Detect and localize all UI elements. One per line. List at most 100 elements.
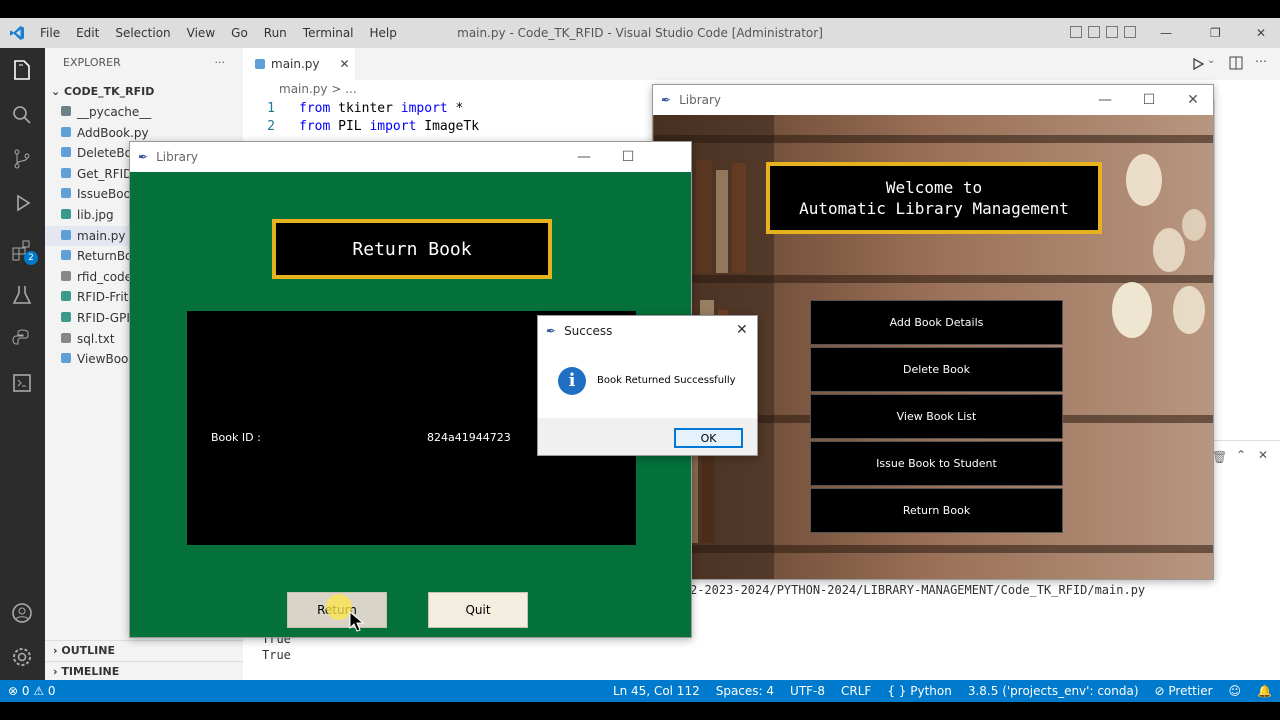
explorer-icon[interactable] [10,58,34,82]
customize-layout-icon[interactable] [1124,26,1136,38]
code-line-2[interactable]: 2 from PIL import ImageTk [255,119,479,134]
window-title: main.py - Code_TK_RFID - Visual Studio C… [457,26,823,40]
issue-book-button[interactable]: Issue Book to Student [810,441,1063,486]
return-window-title: Library [156,150,199,164]
close-icon[interactable]: ✕ [1256,18,1266,48]
trash-icon[interactable]: 🗑 [1212,450,1227,464]
chevron-down-icon: ⌄ [51,85,65,98]
testing-icon[interactable] [10,283,34,307]
dialog-close-icon[interactable]: ✕ [736,322,748,338]
view-book-list-button[interactable]: View Book List [810,394,1063,439]
dialog-message: Book Returned Successfully [597,375,736,386]
library-window-controls: — ☐ ✕ [1083,85,1213,115]
vscode-logo-icon [10,26,24,40]
feedback-icon[interactable]: ☺ [1221,684,1250,698]
maximize-icon[interactable]: ☐ [1127,85,1171,115]
indentation[interactable]: Spaces: 4 [708,684,782,698]
more-actions-icon[interactable]: ⋯ [1255,54,1267,68]
menu-bar: File Edit Selection View Go Run Terminal… [32,18,405,48]
remote-explorer-icon[interactable] [10,371,34,395]
add-book-details-button[interactable]: Add Book Details [810,300,1063,345]
mouse-cursor-icon [349,611,365,632]
run-dropdown-icon[interactable]: ⌄ [1207,55,1215,66]
tab-close-icon[interactable]: ✕ [340,57,350,71]
menu-view[interactable]: View [179,18,223,48]
timeline-section[interactable]: › TIMELINE [45,661,243,682]
terminal-line: True [262,648,291,662]
close-panel-icon[interactable]: ✕ [1258,448,1268,462]
activity-bar: 2 [0,48,45,680]
split-editor-icon[interactable] [1229,56,1243,70]
settings-gear-icon[interactable] [10,645,34,669]
project-folder[interactable]: ⌄ CODE_TK_RFID [45,81,243,102]
search-icon[interactable] [10,103,34,127]
terminal-line: 2-2023-2024/PYTHON-2024/LIBRARY-MANAGEME… [690,583,1146,597]
quit-button[interactable]: Quit [428,592,528,628]
feather-icon: ✒ [138,150,149,164]
book-id-value[interactable]: 824a41944723 [427,431,511,444]
vscode-titlebar: File Edit Selection View Go Run Terminal… [0,18,1280,48]
explorer-label: EXPLORER [63,56,121,69]
tab-label: main.py [271,57,320,71]
restore-icon[interactable]: ❐ [1210,18,1221,48]
menu-selection[interactable]: Selection [107,18,178,48]
toggle-panel-icon[interactable] [1088,26,1100,38]
editor-tabbar: main.py ✕ ⌄ ⋯ [243,48,1280,80]
feather-icon: ✒ [546,324,557,338]
return-book-menu-button[interactable]: Return Book [810,488,1063,533]
success-dialog: ✒ Success ✕ i Book Returned Successfully… [537,315,758,456]
code-line-1[interactable]: 1 from tkinter import * [255,101,463,116]
library-title: Library [679,93,722,107]
close-icon[interactable]: ✕ [1171,85,1213,115]
menu-file[interactable]: File [32,18,68,48]
explorer-more-icon[interactable]: ··· [215,56,226,69]
prettier-status[interactable]: ⊘ Prettier [1147,684,1221,698]
ok-button[interactable]: OK [674,428,743,448]
python-icon[interactable] [10,327,34,351]
return-book-heading: Return Book [272,219,552,279]
welcome-line-1: Welcome to [885,178,983,197]
menu-terminal[interactable]: Terminal [295,18,362,48]
cursor-position[interactable]: Ln 45, Col 112 [605,684,708,698]
success-titlebar: ✒ Success [538,316,757,346]
python-interpreter[interactable]: 3.8.5 ('projects_env': conda) [960,684,1147,698]
dialog-footer: OK [538,418,757,455]
welcome-line-2: Automatic Library Management [799,199,1069,218]
toggle-secondary-icon[interactable] [1106,26,1118,38]
panel-border [1214,440,1280,441]
maximize-icon[interactable]: ☐ [606,142,650,172]
maximize-panel-icon[interactable]: ⌃ [1236,448,1246,462]
notifications-icon[interactable]: 🔔 [1249,684,1280,698]
feather-icon: ✒ [661,93,672,107]
source-control-icon[interactable] [10,147,34,171]
tab-main-py[interactable]: main.py ✕ [243,48,355,80]
encoding[interactable]: UTF-8 [782,684,833,698]
menu-help[interactable]: Help [362,18,405,48]
minimize-icon[interactable]: — [562,142,606,172]
run-debug-icon[interactable] [10,191,34,215]
menu-edit[interactable]: Edit [68,18,107,48]
toggle-sidebar-icon[interactable] [1070,26,1082,38]
minimize-icon[interactable]: — [1083,85,1127,115]
explorer-header: EXPLORER ··· [45,48,243,77]
breadcrumb[interactable]: main.py > ... [279,82,357,96]
terminal-output[interactable]: 2-2023-2024/PYTHON-2024/LIBRARY-MANAGEME… [690,583,1145,597]
minimize-icon[interactable]: — [1160,18,1172,48]
delete-book-button[interactable]: Delete Book [810,347,1063,392]
end-of-line[interactable]: CRLF [833,684,879,698]
outline-section[interactable]: › OUTLINE [45,640,243,661]
success-title: Success [564,324,613,338]
welcome-banner: Welcome to Automatic Library Management [766,162,1102,234]
extensions-badge: 2 [24,251,38,265]
language-mode[interactable]: { } Python [879,684,960,698]
run-python-icon[interactable] [1191,57,1205,71]
file-item[interactable]: __pycache__ [45,102,243,123]
accounts-icon[interactable] [10,601,34,625]
problems-indicator[interactable]: ⊗ 0 ⚠ 0 [0,684,64,698]
dialog-body: i Book Returned Successfully [538,346,757,418]
menu-run[interactable]: Run [256,18,295,48]
minimap[interactable] [1214,100,1266,260]
python-file-icon [255,59,265,69]
info-icon: i [558,367,586,395]
menu-go[interactable]: Go [223,18,256,48]
